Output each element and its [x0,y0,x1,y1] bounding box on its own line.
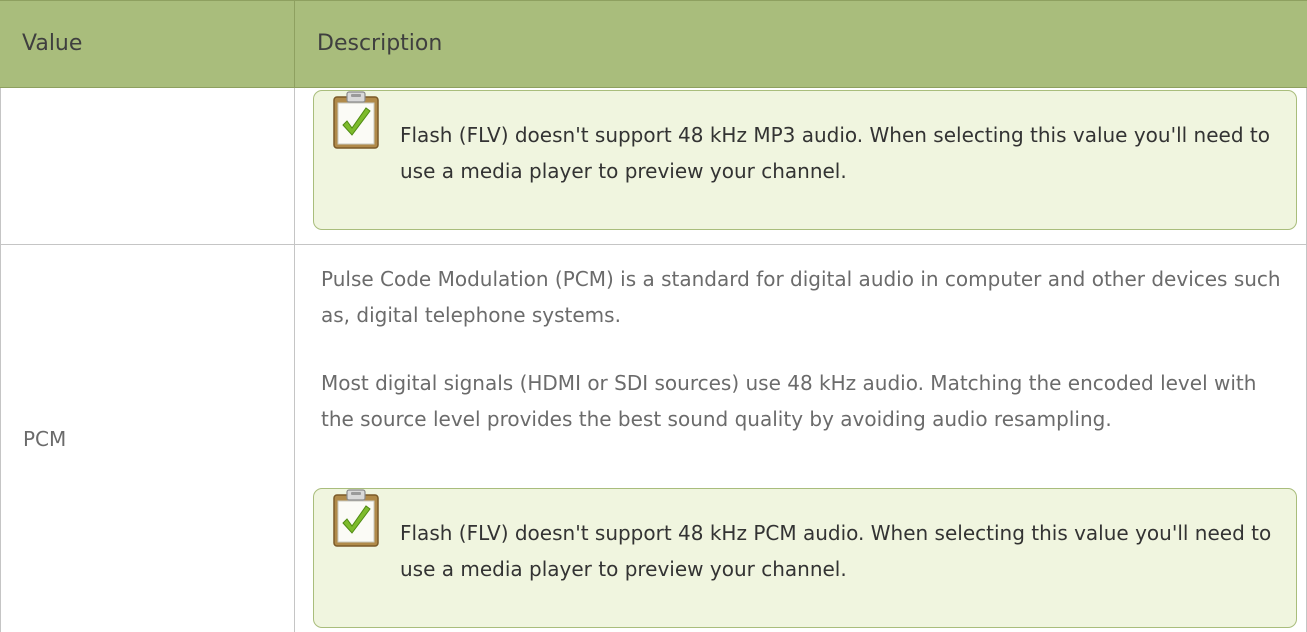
description-paragraph: Most digital signals (HDMI or SDI source… [321,371,1257,431]
note-text: Flash (FLV) doesn't support 48 kHz PCM a… [400,521,1272,581]
table-row: PCM Pulse Code Modulation (PCM) is a sta… [0,245,1307,632]
note-text: Flash (FLV) doesn't support 48 kHz MP3 a… [400,123,1270,183]
header-value: Value [0,1,295,87]
value-text: PCM [23,426,67,451]
header-description: Description [317,31,443,56]
note-box: Flash (FLV) doesn't support 48 kHz PCM a… [313,488,1297,628]
clipboard-check-icon [333,489,379,547]
clipboard-check-icon [333,91,379,149]
description-paragraph: Pulse Code Modulation (PCM) is a standar… [321,267,1281,327]
value-cell [0,88,295,244]
description-cell: Flash (FLV) doesn't support 48 kHz MP3 a… [295,88,1307,244]
audio-format-table: Value Description Flash (FLV) doesn't su… [0,0,1307,632]
table-row: Flash (FLV) doesn't support 48 kHz MP3 a… [0,88,1307,245]
value-cell: PCM [0,245,295,632]
note-box: Flash (FLV) doesn't support 48 kHz MP3 a… [313,90,1297,230]
table-header: Value Description [0,0,1307,88]
description-cell: Pulse Code Modulation (PCM) is a standar… [295,245,1307,632]
